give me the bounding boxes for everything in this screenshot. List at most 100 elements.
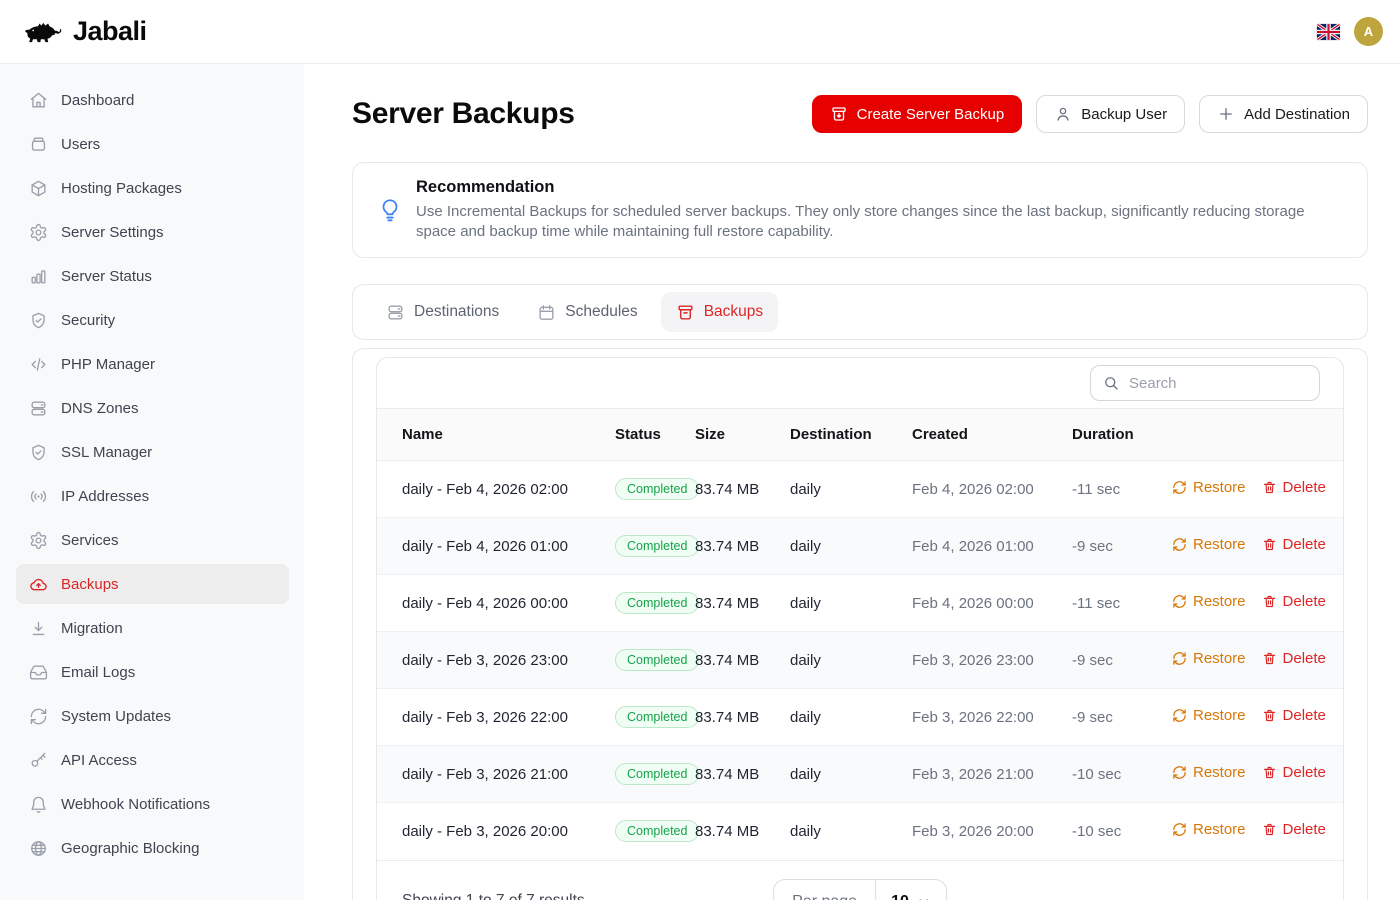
backup-destination: daily — [790, 746, 912, 803]
backup-size: 83.74 MB — [695, 518, 790, 575]
backup-created: Feb 4, 2026 02:00 — [912, 461, 1072, 518]
plus-icon — [1217, 105, 1235, 123]
status-badge: Completed — [615, 478, 699, 500]
sidebar-item-server-status[interactable]: Server Status — [16, 256, 289, 296]
recommendation-body: Use Incremental Backups for scheduled se… — [416, 202, 1321, 242]
create-server-backup-button[interactable]: Create Server Backup — [812, 95, 1023, 133]
backup-user-button[interactable]: Backup User — [1036, 95, 1185, 133]
backup-name: daily - Feb 3, 2026 23:00 — [377, 632, 615, 689]
trash-icon — [1262, 594, 1277, 609]
restore-button[interactable]: Restore — [1172, 707, 1246, 724]
code-icon — [29, 355, 48, 374]
sidebar-item-dashboard[interactable]: Dashboard — [16, 80, 289, 120]
restore-button[interactable]: Restore — [1172, 764, 1246, 781]
backup-name: daily - Feb 3, 2026 22:00 — [377, 689, 615, 746]
restore-button[interactable]: Restore — [1172, 650, 1246, 667]
backup-name: daily - Feb 4, 2026 01:00 — [377, 518, 615, 575]
backup-destination: daily — [790, 632, 912, 689]
backup-created: Feb 3, 2026 22:00 — [912, 689, 1072, 746]
search-row — [377, 358, 1343, 408]
user-icon — [1054, 105, 1072, 123]
gear-icon — [29, 223, 48, 242]
delete-button[interactable]: Delete — [1262, 479, 1326, 496]
package-icon — [29, 179, 48, 198]
search-icon — [1102, 374, 1120, 392]
sidebar-item-system-updates[interactable]: System Updates — [16, 696, 289, 736]
globe-icon — [29, 839, 48, 858]
delete-button[interactable]: Delete — [1262, 650, 1326, 667]
main-content: Server Backups Create Server Backup Back… — [304, 64, 1400, 900]
restore-button[interactable]: Restore — [1172, 821, 1246, 838]
server-stack-icon — [386, 303, 405, 322]
delete-button[interactable]: Delete — [1262, 764, 1326, 781]
per-page-select[interactable]: 10 — [875, 880, 946, 900]
status-badge: Completed — [615, 649, 699, 671]
column-status: Status — [615, 409, 695, 461]
lightbulb-icon — [377, 197, 403, 223]
trash-icon — [1262, 480, 1277, 495]
tab-destinations[interactable]: Destinations — [371, 292, 514, 332]
sidebar-item-ip-addresses[interactable]: IP Addresses — [16, 476, 289, 516]
backup-duration: -9 sec — [1072, 632, 1172, 689]
sidebar-item-ssl-manager[interactable]: SSL Manager — [16, 432, 289, 472]
bar-chart-icon — [29, 267, 48, 286]
backup-created: Feb 3, 2026 21:00 — [912, 746, 1072, 803]
sidebar-item-services[interactable]: Services — [16, 520, 289, 560]
sidebar-item-migration[interactable]: Migration — [16, 608, 289, 648]
sidebar-item-email-logs[interactable]: Email Logs — [16, 652, 289, 692]
delete-button[interactable]: Delete — [1262, 707, 1326, 724]
tab-backups[interactable]: Backups — [661, 292, 778, 332]
backup-created: Feb 4, 2026 00:00 — [912, 575, 1072, 632]
backup-size: 83.74 MB — [695, 461, 790, 518]
delete-button[interactable]: Delete — [1262, 536, 1326, 553]
uk-flag-icon[interactable] — [1317, 24, 1340, 40]
sidebar-item-server-settings[interactable]: Server Settings — [16, 212, 289, 252]
recommendation-card: Recommendation Use Incremental Backups f… — [352, 162, 1368, 258]
backup-duration: -9 sec — [1072, 518, 1172, 575]
backup-destination: daily — [790, 518, 912, 575]
sidebar-item-php-manager[interactable]: PHP Manager — [16, 344, 289, 384]
sidebar-item-webhook-notifications[interactable]: Webhook Notifications — [16, 784, 289, 824]
backup-duration: -10 sec — [1072, 746, 1172, 803]
gear-icon — [29, 531, 48, 550]
table-row: daily - Feb 4, 2026 00:00Completed83.74 … — [377, 575, 1343, 632]
user-avatar[interactable]: A — [1354, 17, 1383, 46]
backup-name: daily - Feb 3, 2026 20:00 — [377, 803, 615, 860]
shield-check-icon — [29, 311, 48, 330]
refresh-icon — [1172, 651, 1187, 666]
search-input[interactable] — [1090, 365, 1320, 401]
delete-button[interactable]: Delete — [1262, 821, 1326, 838]
server-stack-icon — [29, 399, 48, 418]
sidebar-item-hosting-packages[interactable]: Hosting Packages — [16, 168, 289, 208]
per-page-control: Per page 10 — [773, 879, 947, 900]
sidebar-item-backups[interactable]: Backups — [16, 564, 289, 604]
backup-destination: daily — [790, 461, 912, 518]
top-header: Jabali A — [0, 0, 1400, 64]
key-icon — [29, 751, 48, 770]
home-icon — [29, 91, 48, 110]
brand-logo[interactable]: Jabali — [20, 16, 147, 47]
cloud-upload-icon — [29, 575, 48, 594]
status-badge: Completed — [615, 535, 699, 557]
column-actions — [1172, 409, 1343, 461]
calendar-icon — [537, 303, 556, 322]
sidebar-item-dns-zones[interactable]: DNS Zones — [16, 388, 289, 428]
restore-button[interactable]: Restore — [1172, 593, 1246, 610]
restore-button[interactable]: Restore — [1172, 536, 1246, 553]
refresh-icon — [1172, 594, 1187, 609]
delete-button[interactable]: Delete — [1262, 593, 1326, 610]
backups-panel: Name Status Size Destination Created Dur… — [352, 348, 1368, 900]
sidebar-item-geographic-blocking[interactable]: Geographic Blocking — [16, 828, 289, 868]
tab-bar: Destinations Schedules Backups — [352, 284, 1368, 340]
sidebar: Dashboard Users Hosting Packages Server … — [0, 64, 304, 900]
sidebar-item-api-access[interactable]: API Access — [16, 740, 289, 780]
brand-name: Jabali — [73, 16, 147, 47]
add-destination-button[interactable]: Add Destination — [1199, 95, 1368, 133]
refresh-icon — [1172, 822, 1187, 837]
restore-button[interactable]: Restore — [1172, 479, 1246, 496]
sidebar-item-security[interactable]: Security — [16, 300, 289, 340]
backup-name: daily - Feb 4, 2026 02:00 — [377, 461, 615, 518]
trash-icon — [1262, 708, 1277, 723]
sidebar-item-users[interactable]: Users — [16, 124, 289, 164]
tab-schedules[interactable]: Schedules — [522, 292, 652, 332]
